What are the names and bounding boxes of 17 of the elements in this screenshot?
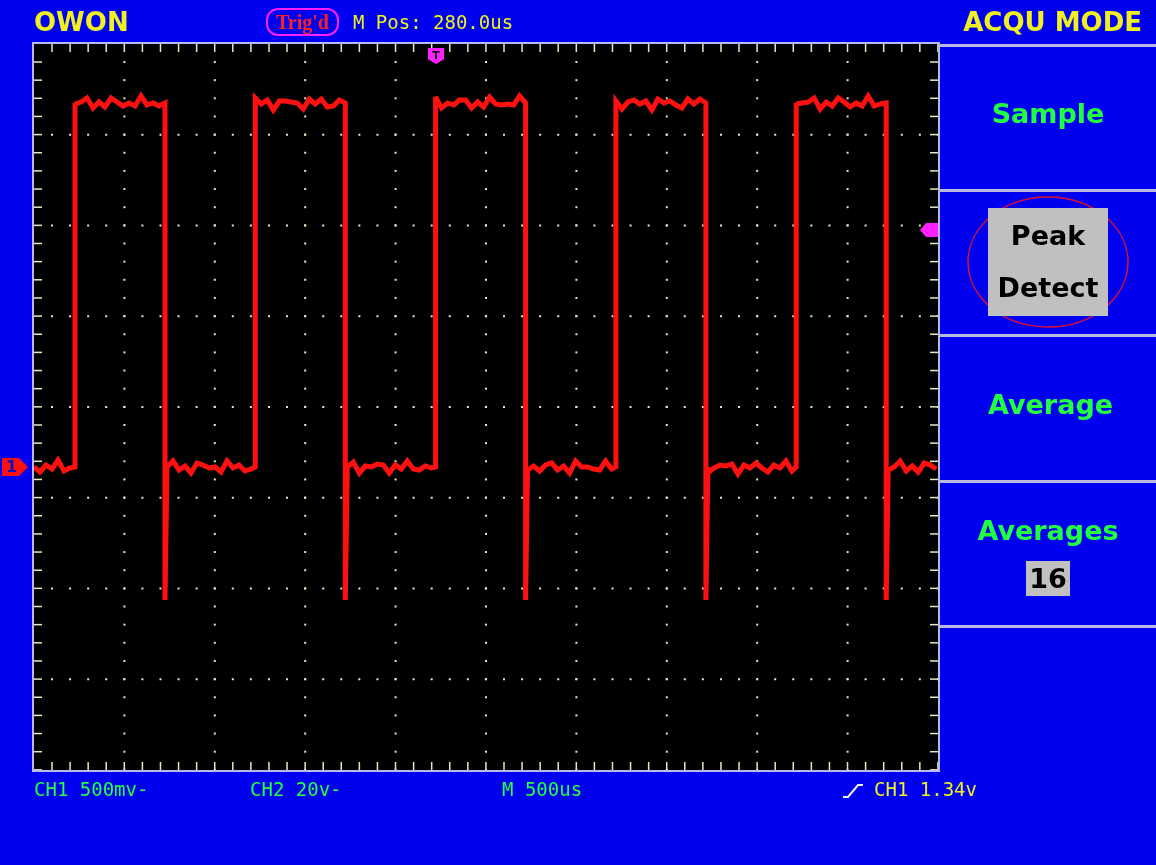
menu-option[interactable]: Peak Detect xyxy=(988,207,1108,316)
menu-label: Averages xyxy=(977,514,1119,549)
timebase: M 500us xyxy=(502,778,584,800)
menu-title: ACQU MODE xyxy=(963,7,1143,37)
menu-value[interactable]: 16 xyxy=(1026,561,1070,597)
menu-option[interactable]: Sample xyxy=(991,98,1105,130)
rising-edge-icon xyxy=(842,782,864,798)
trigger-position-marker: T xyxy=(428,48,444,64)
horizontal-position: M Pos: 280.0us xyxy=(352,11,515,33)
trigger-level: CH1 1.34v xyxy=(874,778,977,800)
channel-marker: 1 xyxy=(2,458,28,476)
trigger-status: Trig'd xyxy=(266,8,339,36)
menu-option[interactable]: Average xyxy=(988,388,1114,420)
brand-label: OWON xyxy=(34,7,130,37)
trigger-level-icon xyxy=(920,223,938,237)
ch1-scale: CH1 500mv- xyxy=(34,778,150,800)
ch2-scale: CH2 20v- xyxy=(250,778,343,800)
